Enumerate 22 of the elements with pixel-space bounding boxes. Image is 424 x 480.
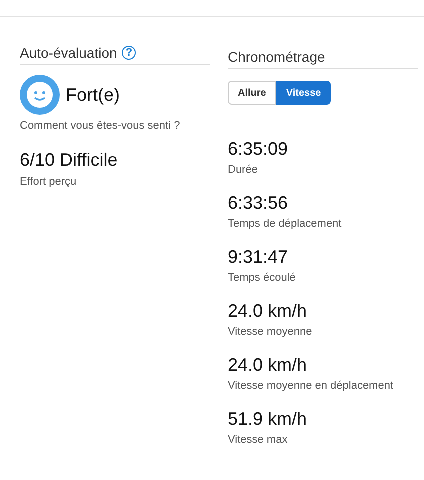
feeling-value: Fort(e) [66, 84, 120, 106]
toggle-button[interactable]: Vitesse [276, 81, 332, 105]
metric-label: Temps de déplacement [228, 218, 343, 230]
metric-value: 51.9 km/h [228, 409, 308, 430]
metric-label: Temps écoulé [228, 272, 297, 284]
metric-label: Vitesse max [228, 434, 289, 446]
help-icon[interactable]: ? [122, 46, 136, 60]
metric-label: Vitesse moyenne en déplacement [228, 380, 395, 392]
effort-value: 6/10 Difficile [20, 150, 119, 171]
smiley-icon [20, 75, 60, 115]
feeling-caption: Comment vous êtes-vous senti ? [20, 120, 182, 132]
metric-value: 6:35:09 [228, 139, 290, 160]
section-title: Chronométrage [228, 49, 326, 65]
effort-caption: Effort perçu [20, 176, 78, 188]
metric-value: 6:33:56 [228, 193, 290, 214]
metric-value: 24.0 km/h [228, 355, 308, 376]
metric-value: 24.0 km/h [228, 301, 308, 322]
metric-label: Durée [228, 164, 259, 176]
metric-label: Vitesse moyenne [228, 326, 314, 338]
section-title: Auto-évaluation [20, 45, 118, 61]
metric-value: 9:31:47 [228, 247, 290, 268]
toggle-button[interactable]: Allure [228, 81, 276, 105]
